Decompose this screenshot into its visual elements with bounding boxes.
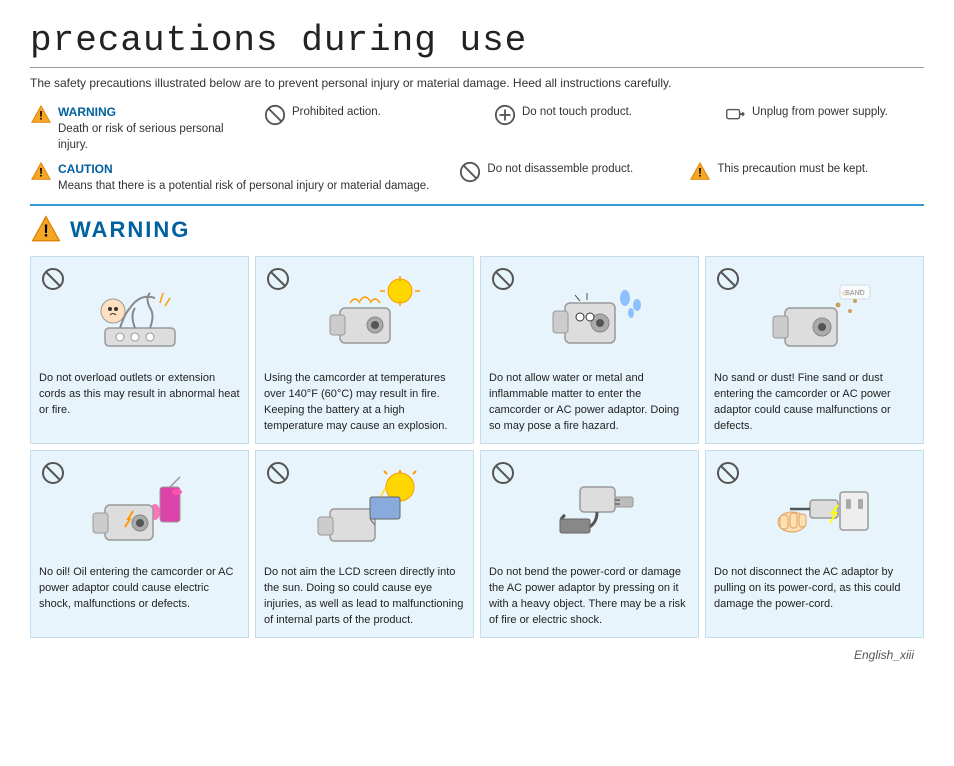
legend-warning-text: WARNING Death or risk of serious persona… — [58, 104, 234, 153]
warning-section-icon — [30, 214, 62, 246]
no-disassemble-icon — [459, 161, 481, 183]
card-6-illustration — [300, 467, 430, 552]
legend-unplug-text: Unplug from power supply. — [752, 104, 888, 120]
prohibited-icon — [264, 104, 286, 126]
card-5: No oil! Oil entering the camcorder or AC… — [30, 450, 249, 638]
card-2-no-icon — [266, 267, 290, 291]
legend-caution-text: CAUTION Means that there is a potential … — [58, 161, 429, 194]
card-8-image — [714, 459, 915, 559]
card-6: Do not aim the LCD screen directly into … — [255, 450, 474, 638]
card-8-illustration — [750, 467, 880, 552]
card-4-image: SAND — [714, 265, 915, 365]
card-5-no-icon — [41, 461, 65, 485]
card-1: Do not overload outlets or extension cor… — [30, 256, 249, 444]
legend-no-touch: Do not touch product. — [494, 104, 694, 126]
footer-row: English_xiii — [30, 648, 924, 662]
legend-keep-text: This precaution must be kept. — [717, 161, 868, 177]
cards-grid: Do not overload outlets or extension cor… — [30, 256, 924, 638]
card-2-text: Using the camcorder at temperatures over… — [264, 371, 465, 435]
card-8-no-icon — [716, 461, 740, 485]
card-5-image — [39, 459, 240, 559]
legend-prohibited: Prohibited action. — [264, 104, 464, 126]
card-7-image — [489, 459, 690, 559]
legend-keep: This precaution must be kept. — [689, 161, 889, 183]
legend-caution: CAUTION Means that there is a potential … — [30, 161, 429, 194]
card-1-image — [39, 265, 240, 365]
card-2: Using the camcorder at temperatures over… — [255, 256, 474, 444]
card-1-illustration — [75, 273, 205, 358]
card-5-illustration — [75, 467, 205, 552]
card-1-text: Do not overload outlets or extension cor… — [39, 371, 240, 419]
warning-section-header: WARNING — [30, 214, 924, 246]
legend-unplug: Unplug from power supply. — [724, 104, 924, 126]
card-5-text: No oil! Oil entering the camcorder or AC… — [39, 565, 240, 613]
card-3: Do not allow water or metal and inflamma… — [480, 256, 699, 444]
legend-row-2: CAUTION Means that there is a potential … — [30, 161, 924, 194]
no-touch-icon — [494, 104, 516, 126]
card-7-illustration — [525, 467, 655, 552]
card-1-no-icon — [41, 267, 65, 291]
card-4-no-icon — [716, 267, 740, 291]
legend-warning: WARNING Death or risk of serious persona… — [30, 104, 234, 153]
card-4: SAND No sand or dust! Fine sand or dust … — [705, 256, 924, 444]
legend-no-disassemble-text: Do not disassemble product. — [487, 161, 633, 177]
card-2-illustration — [300, 273, 430, 358]
page-title: precautions during use — [30, 20, 924, 68]
footer-text: English_xiii — [854, 648, 914, 662]
svg-text:SAND: SAND — [845, 290, 864, 297]
card-2-image — [264, 265, 465, 365]
card-6-text: Do not aim the LCD screen directly into … — [264, 565, 465, 629]
card-6-image — [264, 459, 465, 559]
legend-no-disassemble: Do not disassemble product. — [459, 161, 659, 183]
warning-section-label: WARNING — [70, 217, 190, 243]
card-7: Do not bend the power-cord or damage the… — [480, 450, 699, 638]
keep-icon — [689, 161, 711, 183]
card-3-image — [489, 265, 690, 365]
unplug-icon — [724, 104, 746, 126]
card-8: Do not disconnect the AC adaptor by pull… — [705, 450, 924, 638]
card-3-illustration — [525, 273, 655, 358]
card-3-text: Do not allow water or metal and inflamma… — [489, 371, 690, 435]
card-4-illustration: SAND — [750, 273, 880, 358]
card-7-no-icon — [491, 461, 515, 485]
card-3-no-icon — [491, 267, 515, 291]
card-6-no-icon — [266, 461, 290, 485]
legend-no-touch-text: Do not touch product. — [522, 104, 632, 120]
divider — [30, 204, 924, 206]
card-8-text: Do not disconnect the AC adaptor by pull… — [714, 565, 915, 613]
warning-icon — [30, 104, 52, 126]
card-7-text: Do not bend the power-cord or damage the… — [489, 565, 690, 629]
legend-prohibited-text: Prohibited action. — [292, 104, 381, 120]
card-4-text: No sand or dust! Fine sand or dust enter… — [714, 371, 915, 435]
caution-icon — [30, 161, 52, 183]
legend-row-1: WARNING Death or risk of serious persona… — [30, 104, 924, 153]
subtitle: The safety precautions illustrated below… — [30, 76, 924, 90]
